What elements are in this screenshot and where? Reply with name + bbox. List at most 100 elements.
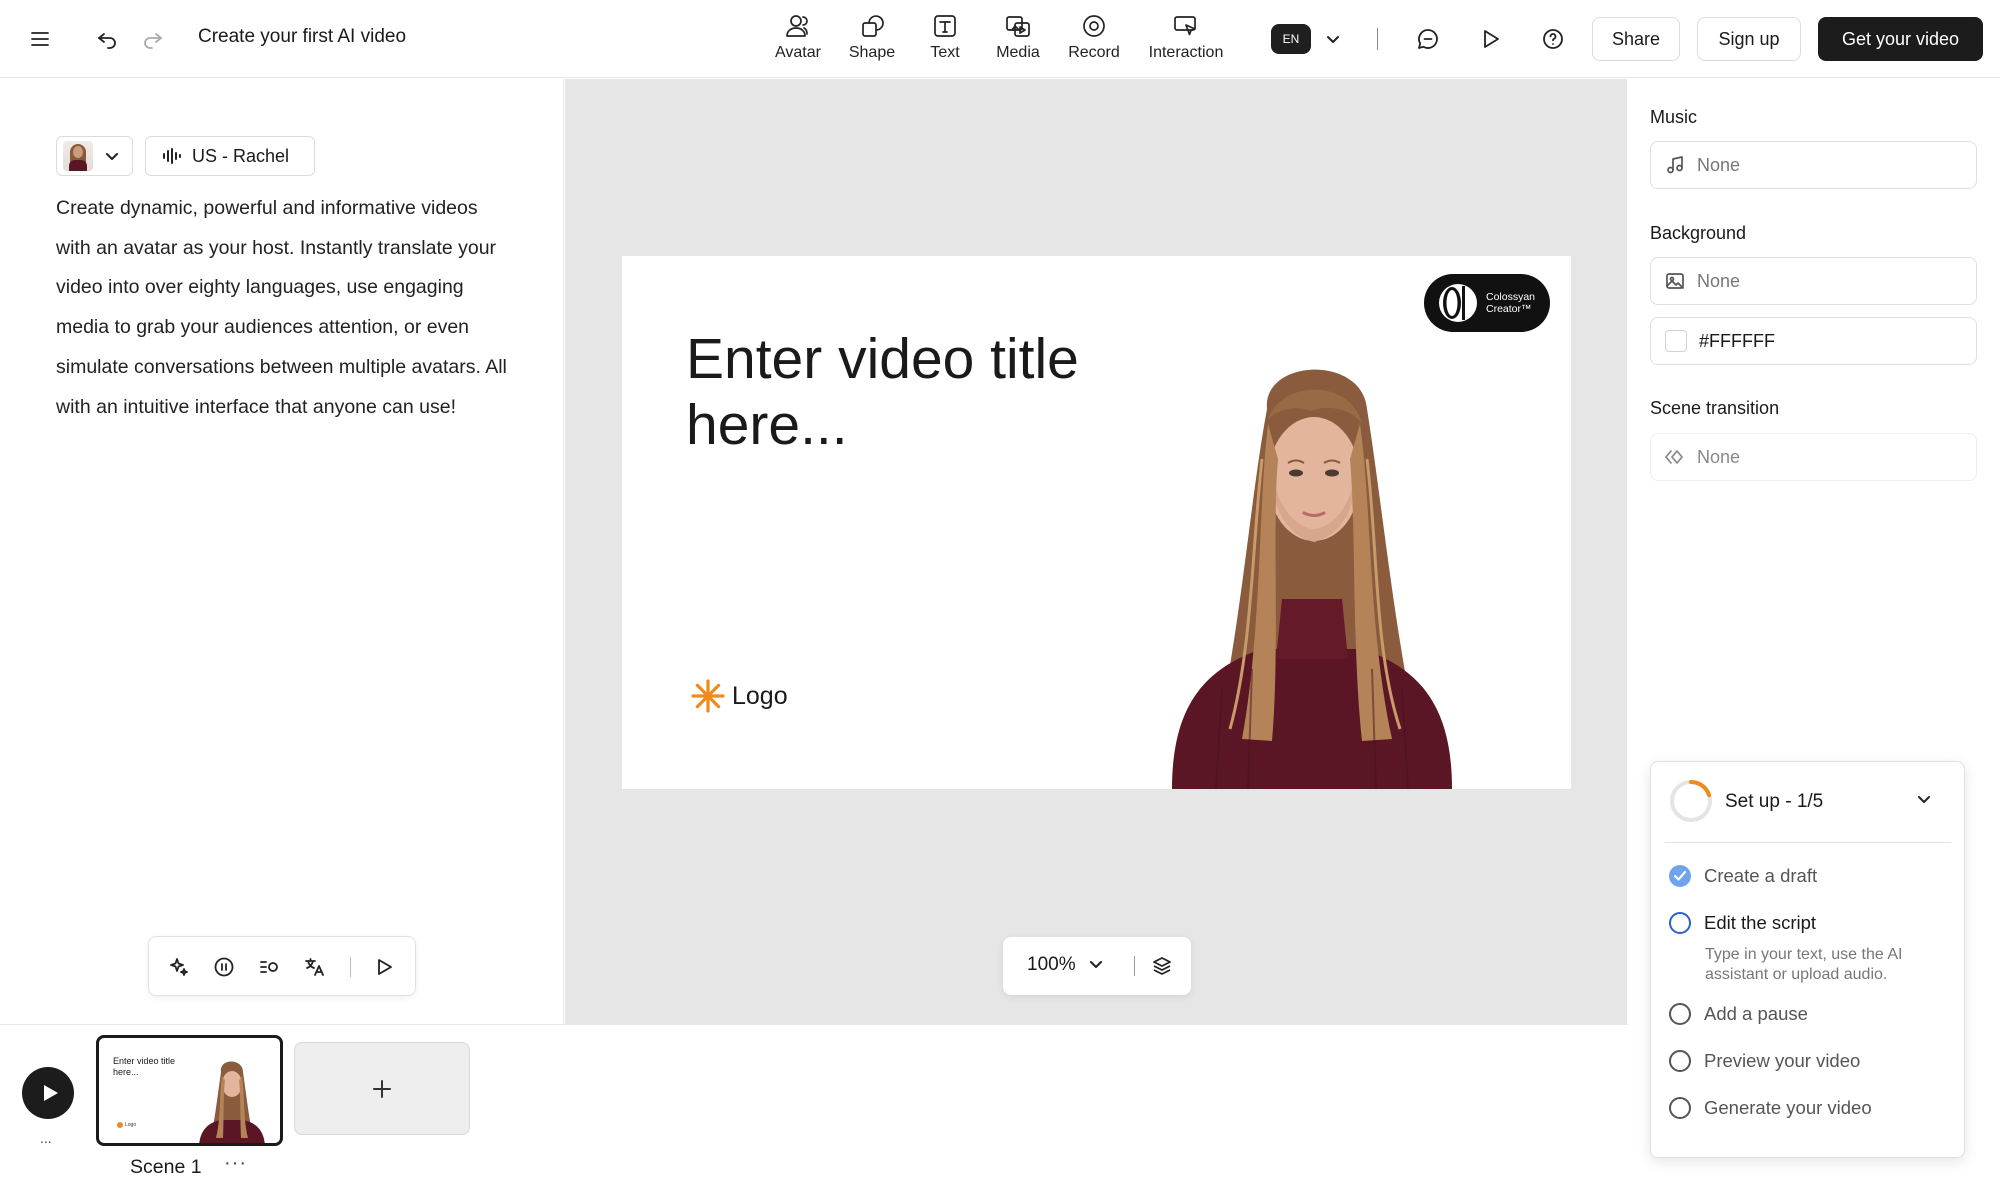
preview-play-icon[interactable] — [1470, 19, 1510, 59]
setup-progress-ring — [1670, 780, 1712, 822]
interaction-tool-label: Interaction — [1148, 44, 1224, 61]
text-tool-label: Text — [930, 44, 960, 61]
get-your-video-button[interactable]: Get your video — [1818, 17, 1983, 61]
step-radio-icon — [1669, 1097, 1691, 1119]
avatar-icon — [786, 15, 808, 37]
image-icon — [1666, 273, 1684, 289]
help-icon[interactable] — [1533, 19, 1573, 59]
document-title[interactable]: Create your first AI video — [198, 26, 406, 48]
step-radio-icon — [1669, 1003, 1691, 1025]
scene-more-icon[interactable]: ··· — [224, 1152, 247, 1175]
slide-canvas[interactable]: Enter video title here... Logo Colossyan… — [622, 256, 1571, 789]
script-panel: US - Rachel Create dynamic, powerful and… — [0, 79, 564, 1024]
text-icon — [934, 15, 956, 37]
interaction-tool-button[interactable]: Interaction — [1144, 12, 1228, 68]
sign-up-button[interactable]: Sign up — [1697, 17, 1801, 61]
chevron-down-icon — [103, 147, 121, 165]
shape-tool-label: Shape — [848, 44, 896, 61]
pause-icon[interactable] — [208, 951, 240, 983]
zoom-divider — [1134, 956, 1135, 976]
translate-icon[interactable] — [298, 951, 330, 983]
play-icon — [43, 1085, 58, 1101]
music-value: None — [1697, 154, 1741, 175]
play-icon[interactable] — [368, 951, 400, 983]
voice-label: US - Rachel — [192, 145, 290, 166]
ai-sparkle-icon[interactable] — [163, 951, 195, 983]
avatar-selector[interactable] — [56, 136, 133, 176]
background-color-field[interactable]: #FFFFFF — [1650, 317, 1977, 365]
logo-text: Logo — [732, 681, 788, 710]
step-radio-icon — [1669, 1050, 1691, 1072]
timeline-play-button[interactable] — [22, 1067, 74, 1119]
setup-step-preview-video[interactable]: Preview your video — [1669, 1046, 1959, 1076]
language-badge[interactable]: EN — [1271, 24, 1311, 54]
canvas-area: Enter video title here... Logo Colossyan… — [565, 79, 1627, 1024]
share-button[interactable]: Share — [1592, 17, 1680, 61]
step-description: Type in your text, use the AI assistant … — [1705, 946, 1903, 983]
record-tool-label: Record — [1068, 44, 1120, 61]
setup-step-edit-script[interactable]: Edit the script — [1669, 908, 1959, 938]
toolbar-divider — [1377, 28, 1378, 50]
comment-icon[interactable] — [1408, 19, 1448, 59]
step-label: Edit the script — [1704, 912, 1817, 933]
color-swatch[interactable] — [1665, 330, 1687, 352]
media-icon — [1006, 16, 1030, 37]
step-label: Create a draft — [1704, 865, 1818, 886]
thumbnail-title: Enter video title here... — [113, 1056, 176, 1077]
scene-name[interactable]: Scene 1 — [130, 1156, 202, 1179]
shape-tool-button[interactable]: Shape — [830, 12, 914, 68]
text-tool-button[interactable]: Text — [903, 12, 987, 68]
add-scene-button[interactable] — [294, 1042, 470, 1135]
avatar-presenter[interactable] — [1112, 349, 1512, 789]
timeline-more-icon[interactable]: ... — [40, 1130, 52, 1146]
voice-selector[interactable]: US - Rachel — [145, 136, 315, 176]
thumbnail-avatar — [199, 1061, 265, 1143]
scene-thumbnail[interactable]: Enter video title here... Logo — [96, 1035, 283, 1146]
script-editor[interactable]: Create dynamic, powerful and informative… — [56, 189, 516, 427]
menu-icon[interactable] — [20, 19, 60, 59]
avatar-tool-button[interactable]: Avatar — [756, 12, 840, 68]
setup-step-add-pause[interactable]: Add a pause — [1669, 999, 1959, 1029]
undo-icon[interactable] — [87, 19, 127, 59]
transition-icon — [1665, 450, 1683, 464]
layers-icon[interactable] — [1148, 952, 1176, 980]
badge-text-line1: Colossyan — [1486, 291, 1536, 303]
interaction-icon — [1174, 16, 1196, 36]
step-label: Add a pause — [1704, 1003, 1808, 1024]
step-radio-icon — [1669, 912, 1691, 934]
chevron-down-icon[interactable] — [1915, 790, 1939, 814]
setup-checklist: Set up - 1/5 Create a draft Edit the scr… — [1650, 761, 1965, 1158]
step-label: Generate your video — [1704, 1097, 1872, 1118]
top-bar: Create your first AI video Avatar Shape … — [0, 0, 2000, 78]
setup-step-generate-video[interactable]: Generate your video — [1669, 1093, 1959, 1123]
scene-transition-field[interactable]: None — [1650, 433, 1977, 481]
zoom-chevron-down-icon[interactable] — [1087, 955, 1109, 977]
media-tool-button[interactable]: Media — [976, 12, 1060, 68]
colossyan-logo-icon — [1439, 284, 1477, 322]
setup-header[interactable]: Set up - 1/5 — [1651, 762, 1966, 842]
plus-icon — [373, 1079, 391, 1098]
slide-title[interactable]: Enter video title here... — [686, 326, 1086, 458]
scene-transition-value: None — [1697, 446, 1741, 467]
asterisk-logo-icon — [691, 679, 725, 713]
badge-text-line2: Creator™ — [1486, 303, 1532, 315]
list-icon[interactable] — [253, 951, 285, 983]
zoom-control: 100% — [1003, 937, 1191, 995]
setup-step-create-draft[interactable]: Create a draft — [1669, 861, 1959, 891]
setup-divider — [1665, 842, 1951, 843]
shape-icon — [862, 15, 884, 37]
toolbar-divider — [350, 957, 351, 977]
setup-title: Set up - 1/5 — [1725, 791, 1824, 812]
background-media-value: None — [1697, 270, 1741, 291]
background-media-field[interactable]: None — [1650, 257, 1977, 305]
avatar — [63, 141, 93, 171]
music-label: Music — [1650, 107, 1698, 127]
redo-icon[interactable] — [133, 19, 173, 59]
zoom-level[interactable]: 100% — [1027, 954, 1076, 976]
music-field[interactable]: None — [1650, 141, 1977, 189]
record-tool-button[interactable]: Record — [1052, 12, 1136, 68]
avatar-tool-label: Avatar — [775, 44, 821, 61]
language-chevron-down-icon[interactable] — [1318, 24, 1348, 54]
slide-logo[interactable]: Logo — [690, 678, 788, 714]
check-icon — [1669, 865, 1691, 887]
